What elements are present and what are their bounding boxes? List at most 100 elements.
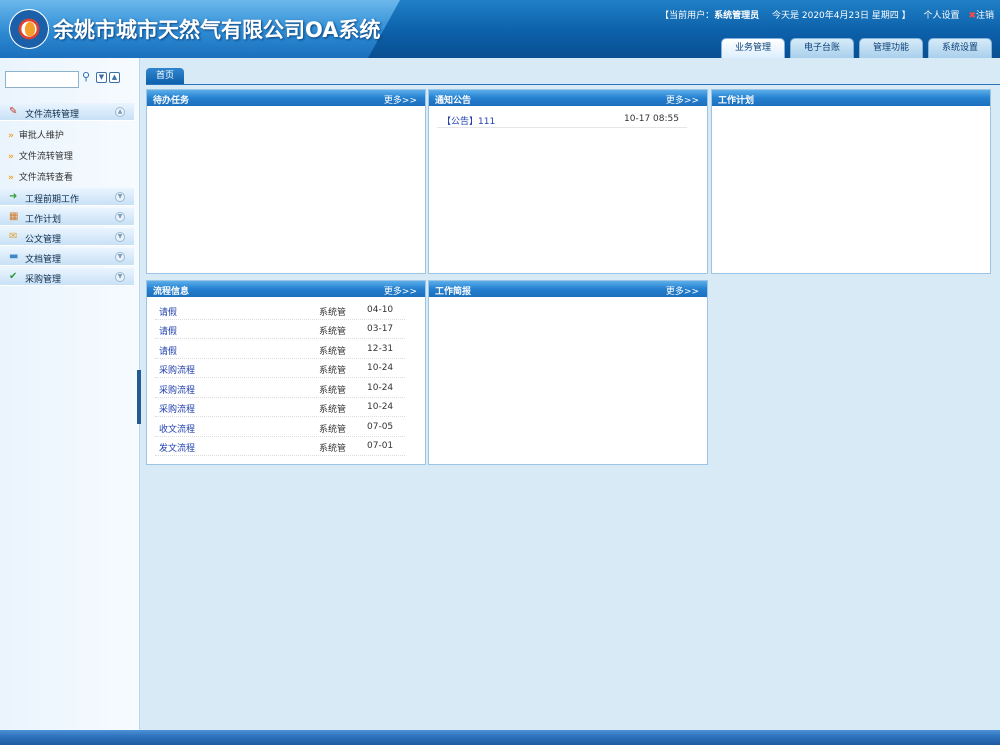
panel-notice: 通知公告 更多>> 【公告】111 10-17 08:55 xyxy=(428,89,708,274)
tab-divider xyxy=(146,84,1000,85)
more-link[interactable]: 更多>> xyxy=(666,284,699,297)
table-row[interactable]: 采购流程 系统管 10-24 xyxy=(155,359,405,378)
double-arrow-icon: » xyxy=(8,152,14,162)
panel-work-brief: 工作简报 更多>> xyxy=(428,280,708,465)
flow-name[interactable]: 采购流程 xyxy=(159,383,195,396)
flow-date: 10-24 xyxy=(367,383,394,393)
mail-icon: ✉ xyxy=(9,231,18,242)
chevron-down-icon[interactable]: ▼ xyxy=(115,212,125,222)
sidebar-item-approver[interactable]: » 审批人维护 xyxy=(8,128,64,141)
panel-title: 待办任务 xyxy=(153,96,190,106)
flow-date: 07-01 xyxy=(367,441,394,451)
table-row[interactable]: 发文流程 系统管 07-01 xyxy=(155,437,405,456)
panel-header: 工作计划 xyxy=(712,90,990,106)
more-link[interactable]: 更多>> xyxy=(666,93,699,106)
current-user-name: 系统管理员 xyxy=(714,11,760,21)
flow-name[interactable]: 发文流程 xyxy=(159,441,195,454)
search-input[interactable] xyxy=(5,71,79,88)
sidebar-group-work-plan[interactable]: ▦ 工作计划 ▼ xyxy=(0,208,134,226)
panel-title: 工作简报 xyxy=(435,287,472,297)
arrow-icon: ➜ xyxy=(9,191,18,202)
panel-header: 通知公告 更多>> xyxy=(429,90,707,106)
user-info-bar: 【当前用户：系统管理员 今天是 2020年4月23日 星期四 】 个人设置 ✖注… xyxy=(660,8,994,21)
footer-bar xyxy=(0,730,1000,745)
search-icon[interactable]: ⚲ xyxy=(82,70,94,83)
flow-user: 系统管 xyxy=(319,347,347,357)
pencil-icon: ✎ xyxy=(9,106,18,117)
sidebar-item-file-flow-manage[interactable]: » 文件流转管理 xyxy=(8,149,73,162)
flow-user: 系统管 xyxy=(319,327,347,337)
panel-title: 通知公告 xyxy=(435,96,472,106)
panel-header: 流程信息 更多>> xyxy=(147,281,425,297)
check-icon: ✔ xyxy=(9,271,18,282)
flow-date: 04-10 xyxy=(367,305,394,315)
flow-name[interactable]: 请假 xyxy=(159,324,177,337)
flow-user: 系统管 xyxy=(319,444,347,454)
table-row[interactable]: 采购流程 系统管 10-24 xyxy=(155,398,405,417)
flow-name[interactable]: 请假 xyxy=(159,344,177,357)
chevron-down-icon[interactable]: ▼ xyxy=(115,252,125,262)
chevron-down-icon[interactable]: ▼ xyxy=(115,272,125,282)
more-link[interactable]: 更多>> xyxy=(384,93,417,106)
tab-home[interactable]: 首页 xyxy=(146,68,184,85)
sidebar-group-documents[interactable]: ✉ 公文管理 ▼ xyxy=(0,228,134,246)
flow-date: 10-24 xyxy=(367,363,394,373)
tab-system-settings[interactable]: 系统设置 xyxy=(928,38,992,58)
chevron-up-icon[interactable]: ▲ xyxy=(115,107,125,117)
sidebar: ⚲ ▼ ▲ ✎ 文件流转管理 ▲ » 审批人维护 » 文件流转管理 » 文件流转查看 … xyxy=(0,58,140,730)
sidebar-group-file-flow[interactable]: ✎ 文件流转管理 ▲ xyxy=(0,103,134,121)
company-logo xyxy=(9,9,49,49)
logout-link[interactable]: 注销 xyxy=(976,11,994,21)
double-arrow-icon: » xyxy=(8,131,14,141)
table-row[interactable]: 请假 系统管 03-17 xyxy=(155,320,405,339)
calendar-icon: ▦ xyxy=(9,211,19,222)
flow-date: 07-05 xyxy=(367,422,394,432)
collapse-all-icon[interactable]: ▲ xyxy=(109,72,120,83)
flow-name[interactable]: 请假 xyxy=(159,305,177,318)
flow-user: 系统管 xyxy=(319,405,347,415)
chevron-down-icon[interactable]: ▼ xyxy=(115,232,125,242)
flow-date: 10-24 xyxy=(367,402,394,412)
tab-admin[interactable]: 管理功能 xyxy=(859,38,923,58)
close-icon[interactable]: ✖ xyxy=(968,11,976,21)
panel-title: 工作计划 xyxy=(718,96,755,106)
personal-settings-link[interactable]: 个人设置 xyxy=(924,11,960,21)
flow-name[interactable]: 采购流程 xyxy=(159,363,195,376)
flow-user: 系统管 xyxy=(319,425,347,435)
list-item[interactable]: 【公告】111 10-17 08:55 xyxy=(437,112,687,128)
app-title: 余姚市城市天然气有限公司OA系统 xyxy=(53,18,381,42)
sidebar-group-purchase[interactable]: ✔ 采购管理 ▼ xyxy=(0,268,134,286)
header: 余姚市城市天然气有限公司OA系统 【当前用户：系统管理员 今天是 2020年4月… xyxy=(0,0,1000,58)
tab-business[interactable]: 业务管理 xyxy=(721,38,785,58)
table-row[interactable]: 采购流程 系统管 10-24 xyxy=(155,379,405,398)
flow-date: 03-17 xyxy=(367,324,394,334)
panel-work-plan: 工作计划 xyxy=(711,89,991,274)
sidebar-group-archives[interactable]: ▬ 文档管理 ▼ xyxy=(0,248,134,266)
notice-time: 10-17 08:55 xyxy=(624,114,679,124)
folder-icon: ▬ xyxy=(9,251,19,262)
table-row[interactable]: 请假 系统管 04-10 xyxy=(155,301,405,320)
panel-todo: 待办任务 更多>> xyxy=(146,89,426,274)
flow-user: 系统管 xyxy=(319,366,347,376)
sidebar-group-project[interactable]: ➜ 工程前期工作 ▼ xyxy=(0,188,134,206)
expand-all-icon[interactable]: ▼ xyxy=(96,72,107,83)
notice-title[interactable]: 【公告】111 xyxy=(442,114,495,127)
flow-name[interactable]: 采购流程 xyxy=(159,402,195,415)
flow-date: 12-31 xyxy=(367,344,394,354)
double-arrow-icon: » xyxy=(8,173,14,183)
more-link[interactable]: 更多>> xyxy=(384,284,417,297)
panel-header: 工作简报 更多>> xyxy=(429,281,707,297)
panel-title: 流程信息 xyxy=(153,287,190,297)
tab-ledger[interactable]: 电子台账 xyxy=(790,38,854,58)
date-text: 今天是 2020年4月23日 星期四 】 xyxy=(772,11,911,21)
sidebar-item-file-flow-view[interactable]: » 文件流转查看 xyxy=(8,170,73,183)
panel-header: 待办任务 更多>> xyxy=(147,90,425,106)
flow-user: 系统管 xyxy=(319,386,347,396)
panel-flow-info: 流程信息 更多>> 请假 系统管 04-10 请假 系统管 03-17 请假 系… xyxy=(146,280,426,465)
chevron-down-icon[interactable]: ▼ xyxy=(115,192,125,202)
flow-user: 系统管 xyxy=(319,308,347,318)
flow-name[interactable]: 收文流程 xyxy=(159,422,195,435)
table-row[interactable]: 收文流程 系统管 07-05 xyxy=(155,418,405,437)
current-user-label: 【当前用户： xyxy=(660,11,715,21)
table-row[interactable]: 请假 系统管 12-31 xyxy=(155,340,405,359)
